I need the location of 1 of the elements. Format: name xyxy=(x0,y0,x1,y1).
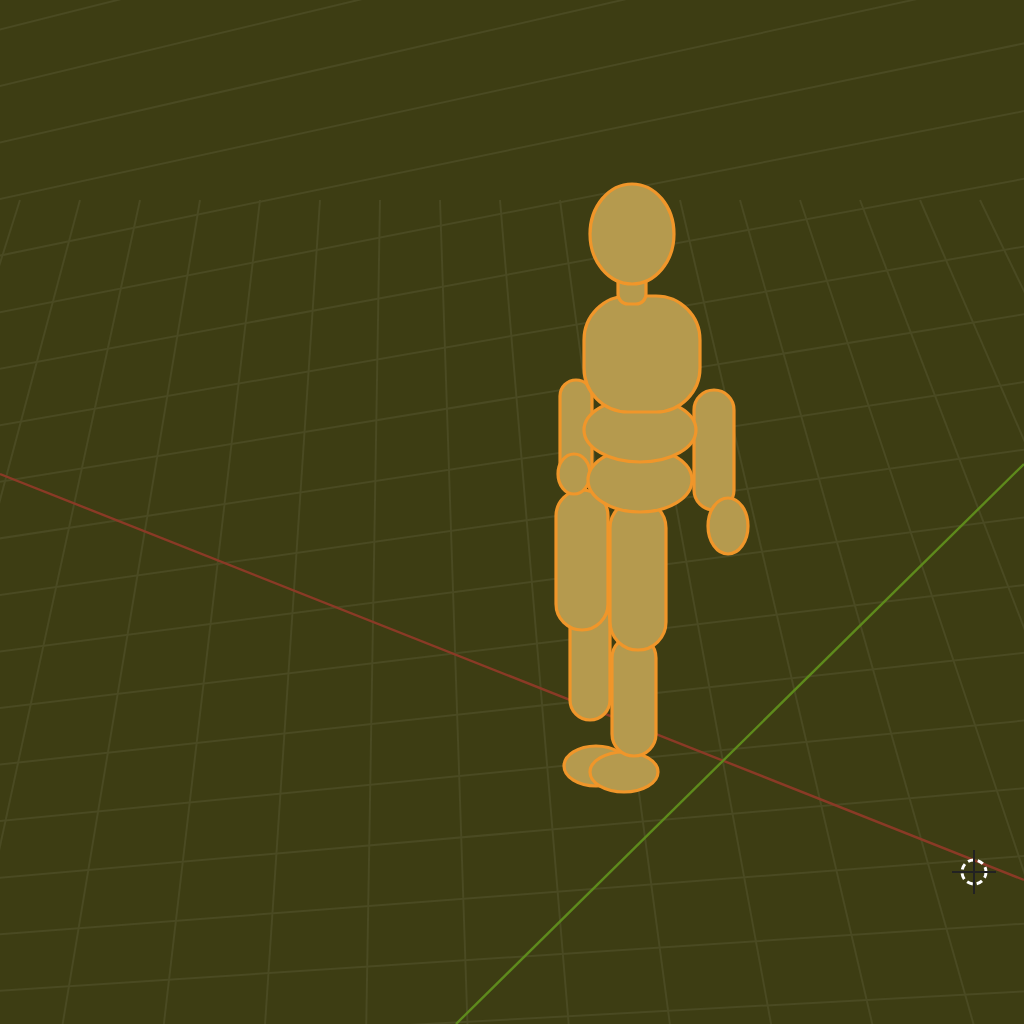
3d-cursor-icon xyxy=(951,849,997,895)
